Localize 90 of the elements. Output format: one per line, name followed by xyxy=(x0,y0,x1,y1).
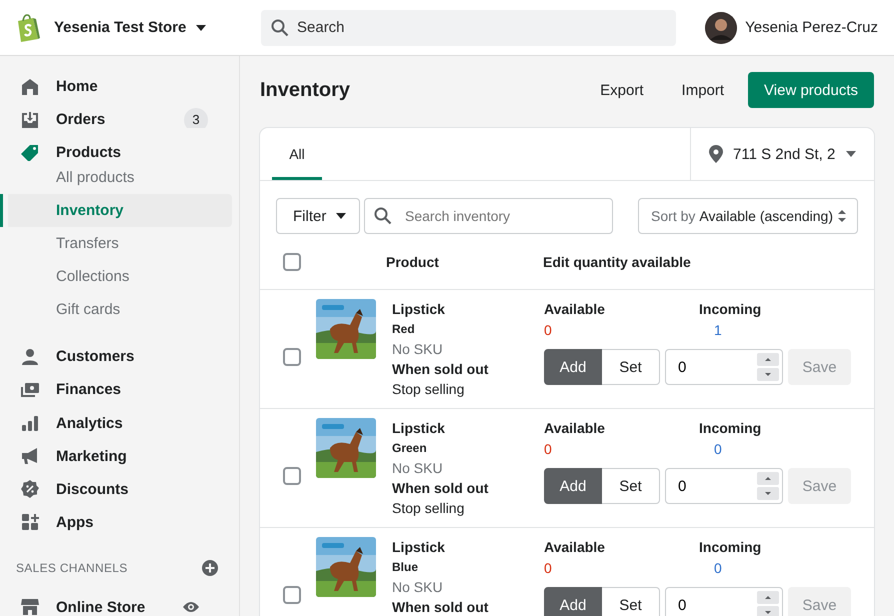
sku-text: No SKU xyxy=(392,578,444,597)
add-icon[interactable] xyxy=(201,558,219,577)
sold-out-label: When sold out xyxy=(392,479,490,498)
caret-icon xyxy=(336,213,346,219)
product-name: Lipstick xyxy=(392,538,446,557)
megaphone-icon xyxy=(20,446,40,465)
mode-button[interactable]: Add xyxy=(544,587,602,616)
available-label: Available xyxy=(544,419,606,438)
nav-item[interactable]: Gift cards xyxy=(0,293,232,326)
store-switcher[interactable]: Yesenia Test Store xyxy=(54,19,206,36)
checkbox[interactable] xyxy=(283,348,301,366)
mode-button[interactable]: Add xyxy=(544,349,602,385)
section-title: SALES CHANNELS xyxy=(16,560,128,575)
caret-icon xyxy=(196,24,206,30)
search-field[interactable]: Search xyxy=(261,10,676,46)
incoming-count: 0 xyxy=(713,560,722,576)
nav-item[interactable]: Inventory xyxy=(0,194,232,228)
page-title: Inventory xyxy=(260,78,350,102)
available-count: 0 xyxy=(544,441,552,457)
person-icon xyxy=(20,346,40,366)
tag-icon xyxy=(20,142,40,162)
action-button[interactable]: Import xyxy=(668,74,738,106)
location-selector[interactable]: 711 S 2nd St, 2 xyxy=(690,128,874,180)
variant-name: Blue xyxy=(392,559,420,576)
column-header: Edit quantity available xyxy=(543,254,691,270)
nav-item[interactable]: Analytics xyxy=(0,398,232,432)
incoming-count: 1 xyxy=(713,322,722,338)
user-name: Yesenia Perez-Cruz xyxy=(745,19,878,36)
checkbox[interactable] xyxy=(283,586,301,604)
stepper-icon[interactable] xyxy=(757,591,779,616)
eye-icon[interactable] xyxy=(182,600,200,614)
location-pin-icon xyxy=(709,145,723,163)
nav-item[interactable]: Orders 3 xyxy=(0,95,232,128)
discount-icon xyxy=(20,479,40,498)
nav-item[interactable]: Marketing xyxy=(0,432,232,465)
column-header: Product xyxy=(386,254,440,270)
apps-icon xyxy=(20,512,40,531)
stepper-icon[interactable] xyxy=(757,353,779,381)
nav-item[interactable]: Finances xyxy=(0,365,232,398)
sold-out-label: When sold out xyxy=(392,598,490,616)
product-name: Lipstick xyxy=(392,419,446,438)
nav-item[interactable]: Apps xyxy=(0,498,232,531)
bar-chart-icon xyxy=(20,413,40,432)
home-icon xyxy=(20,76,40,96)
incoming-label: Incoming xyxy=(699,538,762,557)
nav-item[interactable]: Online Store xyxy=(0,582,232,616)
inbox-icon xyxy=(20,110,40,128)
variant-name: Red xyxy=(392,321,416,338)
nav-item[interactable]: Collections xyxy=(0,260,232,294)
sort-arrows-icon xyxy=(837,209,847,223)
mode-button[interactable]: Add xyxy=(544,468,602,504)
shopping-bag-logo xyxy=(16,14,40,42)
view-products-button[interactable]: View products xyxy=(748,72,874,108)
store-icon xyxy=(20,597,40,616)
available-count: 0 xyxy=(544,560,552,576)
incoming-label: Incoming xyxy=(699,300,762,319)
stepper-icon[interactable] xyxy=(757,472,779,500)
incoming-count: 0 xyxy=(713,441,722,457)
count-badge: 3 xyxy=(184,108,208,128)
mode-button[interactable]: Set xyxy=(602,349,660,385)
search-icon xyxy=(271,18,289,36)
filter-button[interactable]: Filter xyxy=(276,198,360,234)
incoming-label: Incoming xyxy=(699,419,762,438)
caret-icon xyxy=(846,151,856,157)
tab[interactable]: All xyxy=(272,128,322,180)
nav-item[interactable]: All products xyxy=(0,161,232,194)
policy-text: Stop selling xyxy=(392,380,466,399)
nav-item[interactable]: Discounts xyxy=(0,464,232,498)
sku-text: No SKU xyxy=(392,340,444,359)
available-label: Available xyxy=(544,300,606,319)
checkbox[interactable] xyxy=(283,467,301,485)
policy-text: Stop selling xyxy=(392,499,466,518)
variant-name: Green xyxy=(392,440,428,457)
sort-select[interactable]: Sort by Available (ascending) xyxy=(638,198,858,234)
action-button[interactable]: Export xyxy=(586,74,658,106)
nav-item[interactable]: Home xyxy=(0,62,232,96)
mode-button[interactable]: Set xyxy=(602,468,660,504)
avatar-icon[interactable] xyxy=(705,12,738,44)
checkbox[interactable] xyxy=(283,252,301,270)
search-field[interactable]: Search inventory xyxy=(364,198,613,234)
available-label: Available xyxy=(544,538,606,557)
nav-item[interactable]: Transfers xyxy=(0,227,232,260)
sold-out-label: When sold out xyxy=(392,360,490,379)
mode-button[interactable]: Set xyxy=(602,587,660,616)
nav-item[interactable]: Products xyxy=(0,128,232,162)
product-name: Lipstick xyxy=(392,300,446,319)
sku-text: No SKU xyxy=(392,459,444,478)
available-count: 0 xyxy=(544,322,552,338)
nav-item[interactable]: Customers xyxy=(0,332,232,366)
search-icon xyxy=(374,207,392,225)
